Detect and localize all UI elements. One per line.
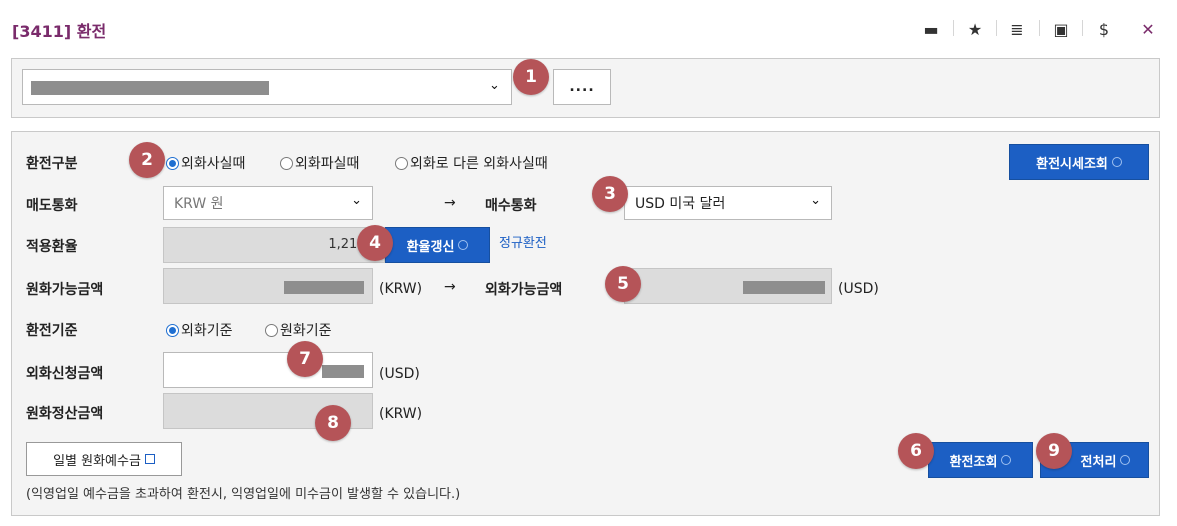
krw-available-label: 원화가능금액	[26, 282, 104, 298]
loading-icon	[1120, 455, 1131, 465]
step-badge-3: 3	[592, 176, 628, 212]
step-badge-2: 2	[129, 142, 165, 178]
step-badge-5: 5	[605, 266, 641, 302]
buy-currency-select[interactable]: USD 미국 달러 ⌄	[624, 186, 832, 220]
usd-unit: (USD)	[838, 281, 879, 297]
daily-deposit-button[interactable]: 일별 원화예수금	[26, 442, 182, 476]
chevron-down-icon: ⌄	[489, 78, 500, 93]
arrow-icon: →	[444, 195, 456, 211]
fx-request-input[interactable]	[163, 352, 373, 388]
exchange-query-button[interactable]: 환전조회	[928, 442, 1033, 478]
step-badge-8: 8	[315, 405, 351, 441]
window-title: [3411] 환전	[12, 22, 107, 41]
amount-mask	[743, 281, 825, 294]
radio-label: 외화사실때	[181, 156, 246, 172]
radio-icon-checked	[166, 157, 179, 170]
krw-unit: (KRW)	[379, 406, 423, 422]
select-value: KRW 원	[174, 196, 224, 212]
chevron-down-icon: ⌄	[351, 193, 362, 208]
radio-icon-checked	[166, 324, 179, 337]
button-label: 전처리	[1080, 454, 1117, 470]
radio-icon	[280, 157, 293, 170]
radio-fx-basis[interactable]: 외화기준	[166, 320, 233, 340]
account-number-mask	[31, 81, 269, 95]
amount-mask	[284, 281, 364, 294]
exchange-basis-label: 환전기준	[26, 323, 78, 339]
step-badge-4: 4	[357, 225, 393, 261]
button-label: 환전시세조회	[1036, 156, 1108, 172]
star-icon[interactable]: ★	[964, 18, 986, 40]
exchange-type-label: 환전구분	[26, 156, 78, 172]
loading-icon	[1001, 455, 1012, 465]
fx-available-label: 외화가능금액	[485, 282, 563, 298]
loading-icon	[1111, 157, 1122, 167]
toolbar-divider	[1082, 20, 1083, 36]
memo-icon[interactable]: ▬	[920, 18, 942, 40]
radio-label: 원화기준	[280, 323, 332, 339]
radio-label: 외화파실때	[295, 156, 360, 172]
krw-available-field	[163, 268, 373, 304]
copy-icon[interactable]: ▣	[1050, 18, 1072, 40]
usd-unit: (USD)	[379, 366, 420, 382]
select-value: USD 미국 달러	[635, 196, 726, 212]
tree-icon[interactable]: ≣	[1006, 18, 1028, 40]
radio-label: 외화로 다른 외화사실때	[410, 156, 548, 172]
currency-swap-icon[interactable]: $	[1093, 18, 1115, 40]
exchange-quote-button[interactable]: 환전시세조회	[1009, 144, 1149, 180]
applied-rate-field: 1,211.9	[163, 227, 385, 263]
popup-icon	[144, 454, 155, 464]
applied-rate-label: 적용환율	[26, 239, 78, 255]
button-label: 일별 원화예수금	[53, 453, 141, 469]
amount-mask	[322, 365, 364, 378]
button-label: 환전조회	[949, 454, 998, 470]
account-select[interactable]: ⌄	[22, 69, 512, 105]
radio-icon	[265, 324, 278, 337]
button-label: 환율갱신	[406, 239, 455, 255]
radio-sell-fx[interactable]: 외화파실때	[280, 153, 359, 173]
radio-icon	[395, 157, 408, 170]
buy-currency-label: 매수통화	[485, 198, 537, 214]
radio-buy-fx[interactable]: 외화사실때	[166, 153, 245, 173]
step-badge-7: 7	[287, 341, 323, 377]
krw-unit: (KRW)	[379, 281, 423, 297]
sell-currency-select[interactable]: KRW 원 ⌄	[163, 186, 373, 220]
close-icon[interactable]: ✕	[1137, 18, 1159, 40]
sell-currency-label: 매도통화	[26, 198, 78, 214]
password-field[interactable]: ....	[553, 69, 611, 105]
loading-icon	[458, 240, 469, 250]
radio-label: 외화기준	[181, 323, 233, 339]
arrow-icon: →	[444, 279, 456, 295]
regular-exchange-link[interactable]: 정규환전	[499, 232, 547, 251]
toolbar-divider	[996, 20, 997, 36]
fx-available-field	[624, 268, 832, 304]
step-badge-1: 1	[513, 59, 549, 95]
step-badge-9: 9	[1036, 433, 1072, 469]
rate-refresh-button[interactable]: 환율갱신	[385, 227, 490, 263]
toolbar-divider	[1039, 20, 1040, 36]
krw-settle-label: 원화정산금액	[26, 406, 104, 422]
toolbar-divider	[953, 20, 954, 36]
step-badge-6: 6	[898, 433, 934, 469]
radio-krw-basis[interactable]: 원화기준	[265, 320, 332, 340]
overdraft-note: (익영업일 예수금을 초과하여 환전시, 익영업일에 미수금이 발생할 수 있습…	[26, 487, 461, 502]
chevron-down-icon: ⌄	[810, 193, 821, 208]
fx-request-label: 외화신청금액	[26, 366, 104, 382]
radio-fx-to-fx[interactable]: 외화로 다른 외화사실때	[395, 153, 548, 173]
